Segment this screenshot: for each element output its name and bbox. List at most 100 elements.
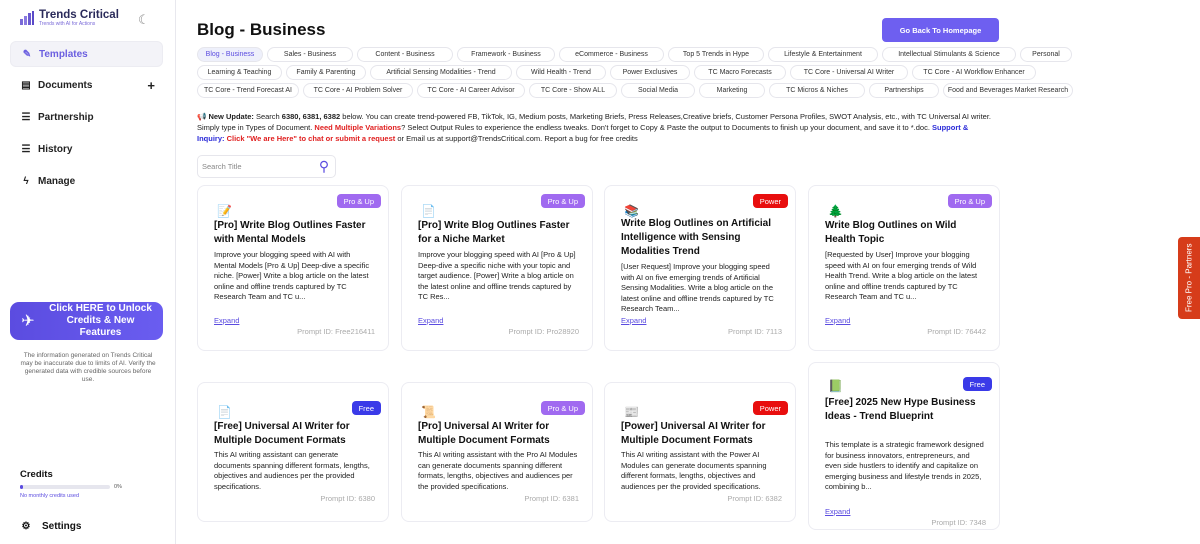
tab-row: TC Core - Trend Forecast AI TC Core - AI … [197, 83, 1117, 98]
history-icon: ☰ [21, 143, 31, 155]
tab-framework-business[interactable]: Framework - Business [457, 47, 555, 62]
tab-intellectual-stimulants-science[interactable]: Intellectual Stimulants & Science [882, 47, 1016, 62]
sidebar-item-label: Templates [39, 48, 88, 60]
tab-ecommerce-business[interactable]: eCommerce - Business [559, 47, 664, 62]
tab-tc-core-ai-problem-solver[interactable]: TC Core - AI Problem Solver [303, 83, 413, 98]
tab-top-5-trends-in-hype[interactable]: Top 5 Trends in Hype [668, 47, 764, 62]
credits-percent: 0% [114, 484, 122, 490]
card-title[interactable]: [Pro] Universal AI Writer for Multiple D… [418, 420, 578, 448]
tab-sales-business[interactable]: Sales - Business [267, 47, 353, 62]
tab-family-parenting[interactable]: Family & Parenting [286, 65, 366, 80]
card-title[interactable]: Write Blog Outlines on Artificial Intell… [621, 217, 781, 259]
tab-blog-business[interactable]: Blog - Business [197, 47, 263, 62]
sidebar-item-templates[interactable]: ✎ Templates [10, 41, 163, 67]
search-icon[interactable]: ⚲ [313, 158, 335, 175]
prompt-id: Prompt ID: 6381 [524, 494, 579, 503]
tab-artificial-sensing-modalities-trend[interactable]: Artificial Sensing Modalities - Trend [370, 65, 512, 80]
sidebar-item-manage[interactable]: ϟ Manage [10, 168, 163, 194]
card-title[interactable]: [Power] Universal AI Writer for Multiple… [621, 420, 781, 448]
sidebar-item-label: Manage [38, 175, 76, 187]
sidebar-item-documents[interactable]: ▤ Documents + [10, 72, 163, 98]
tier-badge: Free [351, 401, 381, 415]
tab-social-media[interactable]: Social Media [621, 83, 695, 98]
add-document-plus-icon[interactable]: + [147, 78, 155, 93]
notice-text: or Email us at support@TrendsCritical.co… [395, 134, 638, 143]
tab-wild-health-trend[interactable]: Wild Health - Trend [516, 65, 606, 80]
back-to-homepage-button[interactable]: Go Back To Homepage [882, 18, 999, 42]
tab-lifestyle-entertainment[interactable]: Lifestyle & Entertainment [768, 47, 878, 62]
card-title[interactable]: [Free] 2025 New Hype Business Ideas - Tr… [825, 396, 985, 424]
tab-tc-core-ai-career-advisor[interactable]: TC Core - AI Career Advisor [417, 83, 525, 98]
card-description: This AI writing assistant can generate d… [214, 450, 370, 491]
template-card[interactable]: Power 📰 [Power] Universal AI Writer for Mu… [604, 382, 796, 522]
tab-tc-core-ai-workflow-enhancer[interactable]: TC Core - AI Workflow Enhancer [912, 65, 1036, 80]
search-box[interactable]: Search Title ⚲ [197, 155, 336, 178]
template-card[interactable]: Pro & Up 🌲 Write Blog Outlines on Wild Hea… [808, 185, 1000, 351]
tier-badge: Free [962, 377, 992, 391]
template-card[interactable]: Power 📚 Write Blog Outlines on Artificial … [604, 185, 796, 351]
book-icon: 📗 [828, 379, 843, 393]
free-pro-partners-side-tab[interactable]: Free Pro - Partners [1178, 237, 1200, 319]
notice-chat-link[interactable]: Click "We are Here" to chat or submit a … [225, 134, 396, 143]
card-description: [Requested by User] Improve your bloggin… [825, 250, 978, 301]
rocket-icon: ✈ [21, 313, 35, 330]
tab-row: Learning & Teaching Family & Parenting Art… [197, 65, 1117, 80]
tab-content-business[interactable]: Content - Business [357, 47, 453, 62]
tab-food-and-beverages-market-research[interactable]: Food and Beverages Market Research [943, 83, 1073, 98]
tab-row: Blog - Business Sales - Business Content -… [197, 47, 1117, 62]
notice-prefix: New Update: [208, 112, 254, 121]
card-description: This AI writing assistant with the Power… [621, 450, 767, 491]
tab-tc-core-show-all[interactable]: TC Core - Show ALL [529, 83, 617, 98]
tab-partnerships[interactable]: Partnerships [869, 83, 939, 98]
card-title[interactable]: [Pro] Write Blog Outlines Faster for a N… [418, 219, 578, 247]
tier-badge: Power [752, 401, 788, 415]
template-card[interactable]: Pro & Up 📜 [Pro] Universal AI Writer for M… [401, 382, 593, 522]
tab-learning-teaching[interactable]: Learning & Teaching [197, 65, 282, 80]
tab-tc-macro-forecasts[interactable]: TC Macro Forecasts [694, 65, 786, 80]
document-icon: ▤ [21, 79, 31, 91]
sidebar-item-label: History [38, 143, 73, 155]
sidebar-item-history[interactable]: ☰ History [10, 136, 163, 162]
tab-tc-core-universal-ai-writer[interactable]: TC Core - Universal AI Writer [790, 65, 908, 80]
expand-link[interactable]: Expand [825, 507, 850, 516]
expand-link[interactable]: Expand [418, 316, 443, 325]
expand-link[interactable]: Expand [825, 316, 850, 325]
tab-power-exclusives[interactable]: Power Exclusives [610, 65, 690, 80]
search-input[interactable]: Search Title [202, 162, 313, 171]
card-description: Improve your blogging speed with AI [Pro… [418, 250, 576, 301]
expand-link[interactable]: Expand [214, 316, 239, 325]
logo-icon [20, 11, 34, 25]
main-content: Blog - Business Go Back To Homepage Blog… [176, 0, 1200, 544]
template-card[interactable]: Pro & Up 📝 [Pro] Write Blog Outlines Faste… [197, 185, 389, 351]
tier-badge: Pro & Up [336, 194, 381, 208]
page-title: Blog - Business [197, 20, 326, 39]
card-title[interactable]: [Pro] Write Blog Outlines Faster with Me… [214, 219, 374, 247]
card-title[interactable]: Write Blog Outlines on Wild Health Topic [825, 219, 985, 247]
credits-label: Credits [20, 469, 53, 480]
template-card[interactable]: Free 📗 [Free] 2025 New Hype Business Ideas… [808, 362, 1000, 530]
prompt-id: Prompt ID: 6380 [320, 494, 375, 503]
card-description: Improve your blogging speed with AI with… [214, 250, 370, 301]
unlock-credits-button[interactable]: ✈ Click HERE to Unlock Credits & New Fea… [10, 302, 163, 340]
tab-tc-core-trend-forecast-ai[interactable]: TC Core - Trend Forecast AI [197, 83, 299, 98]
brand[interactable]: Trends Critical Trends with AI for Actio… [19, 9, 119, 27]
sidebar-item-partnership[interactable]: ☰ Partnership [10, 104, 163, 130]
settings-button[interactable]: ⚙ Settings [20, 521, 82, 532]
expand-link[interactable]: Expand [621, 316, 646, 325]
tab-tc-micros-niches[interactable]: TC Micros & Niches [769, 83, 865, 98]
tier-badge: Power [752, 194, 788, 208]
template-card[interactable]: Pro & Up 📄 [Pro] Write Blog Outlines Faste… [401, 185, 593, 351]
tab-marketing[interactable]: Marketing [699, 83, 765, 98]
tab-personal[interactable]: Personal [1020, 47, 1072, 62]
tier-badge: Pro & Up [540, 194, 585, 208]
prompt-id: Prompt ID: 7348 [931, 518, 986, 527]
note-icon: 📄 [421, 204, 436, 218]
brand-subtitle: Trends with AI for Actions [39, 21, 96, 27]
pencil-icon: 📝 [217, 204, 232, 218]
newspaper-icon: 📰 [624, 405, 639, 419]
template-card[interactable]: Free 📄 [Free] Universal AI Writer for Mult… [197, 382, 389, 522]
card-title[interactable]: [Free] Universal AI Writer for Multiple … [214, 420, 374, 448]
category-tabs: Blog - Business Sales - Business Content -… [197, 47, 1117, 101]
dark-mode-moon-icon[interactable]: ☾ [138, 12, 150, 28]
tree-icon: 🌲 [828, 204, 843, 218]
